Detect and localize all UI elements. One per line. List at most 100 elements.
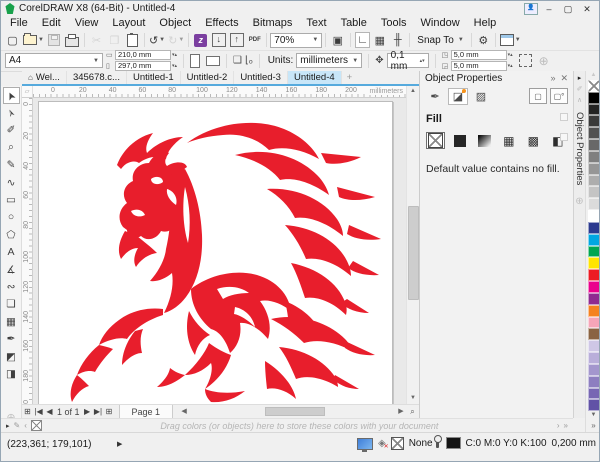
color-swatch[interactable] [587,91,599,104]
scroll-up-button[interactable]: ▲ [407,86,419,97]
uniform-fill-button[interactable] [451,132,469,149]
interactive-fill-tool[interactable]: ◩ [3,348,20,365]
freehand-tool[interactable]: ✎ [3,157,20,174]
import-button[interactable]: ↓ [210,32,227,48]
undo-button[interactable]: ↺ ▼ [148,32,166,48]
no-color-swatch[interactable] [30,420,42,431]
page-height-field[interactable]: 297,0 mm [115,61,171,71]
bspline-tool[interactable]: ∿ [3,174,20,191]
page-width-field[interactable]: 210,0 mm [115,50,171,60]
spinner[interactable]: ▾▴ [508,53,513,58]
flyout-arrow-icon[interactable]: ▶ [117,440,122,448]
menu-effects[interactable]: Effects [198,17,245,29]
menu-edit[interactable]: Edit [35,17,68,29]
vertical-scroll-thumb[interactable] [408,206,419,300]
spinner[interactable]: ▾▴ [508,64,513,69]
nudge-distance-field[interactable]: 0,1 mm ▴▾ [386,50,429,72]
spinner[interactable]: ▴▾ [420,58,425,63]
vector-pattern-fill-button[interactable]: ▦ [500,132,518,149]
object-properties-vertical-tab[interactable]: Object Properties [574,112,585,185]
flyout-arrow-icon[interactable]: ▸ [6,422,10,430]
save-button[interactable] [46,32,63,48]
frame-outline-button[interactable]: ▢ [529,88,547,104]
publish-pdf-button[interactable]: PDF [246,32,263,48]
pick-tool[interactable]: ➤ [2,87,20,105]
show-grid-toggle[interactable]: ▦ [371,32,388,48]
palette-scroll-down-icon[interactable]: ▼ [591,411,597,420]
portrait-button[interactable] [190,53,201,68]
page-area[interactable] [38,101,393,404]
fill-status[interactable]: ◈ None [357,437,433,452]
open-button[interactable]: ▼ [22,32,45,48]
fill-tab[interactable]: ◪ [448,87,468,105]
expand-icon[interactable]: » [564,421,568,430]
spinner[interactable]: ▾▴ [172,64,177,69]
color-swatch[interactable] [587,363,599,376]
shape-tool[interactable]: ➢ [3,104,20,121]
export-button[interactable]: ↑ [228,32,245,48]
menu-bitmaps[interactable]: Bitmaps [246,17,300,29]
menu-view[interactable]: View [68,17,106,29]
fullscreen-preview-toggle[interactable]: ▣ [329,32,346,48]
flyout-arrow-icon[interactable]: ▸ [578,74,582,82]
treat-as-filled-toggle[interactable] [518,54,532,67]
horizontal-scroll-thumb[interactable] [265,407,326,416]
vertical-scrollbar[interactable]: ▲ ▼ [406,86,419,404]
menu-object[interactable]: Object [152,17,198,29]
duplicate-y-field[interactable]: 5,0 mm [450,61,507,71]
menu-text[interactable]: Text [299,17,333,29]
page-size-combo[interactable]: A4 ▼ [5,53,103,68]
ellipse-tool[interactable]: ○ [3,209,20,226]
menu-help[interactable]: Help [467,17,504,29]
drawing-canvas[interactable] [33,98,406,404]
previous-page-button[interactable]: ◀ [44,407,55,416]
first-page-button[interactable]: |◀ [33,407,44,416]
search-content-button[interactable]: z [192,32,209,48]
text-tool[interactable]: A [3,244,20,261]
section-toggle[interactable] [560,113,568,121]
document-tab-untitled1[interactable]: Untitled-1 [127,71,181,84]
paste-button[interactable] [124,32,141,48]
color-swatch[interactable] [587,257,599,270]
color-swatch[interactable] [587,328,599,341]
document-tab-untitled3[interactable]: Untitled-3 [234,71,288,84]
color-swatch[interactable] [587,352,599,364]
no-color-swatch[interactable] [587,80,599,92]
menu-layout[interactable]: Layout [105,17,152,29]
document-tab-untitled2[interactable]: Untitled-2 [181,71,235,84]
drop-shadow-tool[interactable]: ❏ [3,296,20,313]
ruler-origin[interactable]: ▱ [22,86,33,98]
connector-tool[interactable]: ∾ [3,278,20,295]
cut-button[interactable]: ✂ [88,32,105,48]
color-swatch[interactable] [587,139,599,151]
polygon-tool[interactable]: ⬠ [3,226,20,243]
palette-expand-icon[interactable]: » [591,420,595,432]
color-swatch[interactable] [587,304,599,317]
color-swatch[interactable] [587,375,599,388]
welcome-screen-dropdown[interactable]: ▼ [499,32,522,48]
color-swatch[interactable] [587,174,599,187]
scroll-right-button[interactable]: ▶ [396,405,406,418]
new-document-button[interactable]: ▢ [4,32,21,48]
units-combo[interactable]: millimeters ▼ [296,53,363,68]
close-docker-icon[interactable]: ✕ [560,73,568,84]
color-swatch[interactable] [587,162,599,175]
color-swatch[interactable] [587,316,599,329]
transparency-tool[interactable]: ▦ [3,313,20,330]
fountain-fill-button[interactable] [475,132,493,149]
document-tab-wel[interactable]: ⌂ Wel... [22,71,67,84]
horizontal-ruler[interactable]: millimeters 0 20 40 60 80 100 120 140 160 180 200 [33,86,406,98]
last-page-button[interactable]: ▶| [93,407,104,416]
zoom-tool[interactable]: ⌕ [3,139,20,156]
add-page-after-button[interactable]: ⊞ [104,407,115,416]
pan-zoom-button[interactable]: ⌕ [406,407,419,417]
horizontal-scrollbar[interactable]: ◀ ▶ [179,405,406,418]
color-swatch[interactable] [587,127,599,140]
color-swatch[interactable] [587,281,599,293]
color-swatch[interactable] [587,103,599,116]
page-tab[interactable]: Page 1 [118,405,174,418]
show-guidelines-toggle[interactable]: ╫ [389,32,406,48]
snap-to-dropdown[interactable]: Snap To ▼ [413,35,467,46]
color-swatch[interactable] [587,387,599,400]
color-settings-icon[interactable] [357,437,373,452]
